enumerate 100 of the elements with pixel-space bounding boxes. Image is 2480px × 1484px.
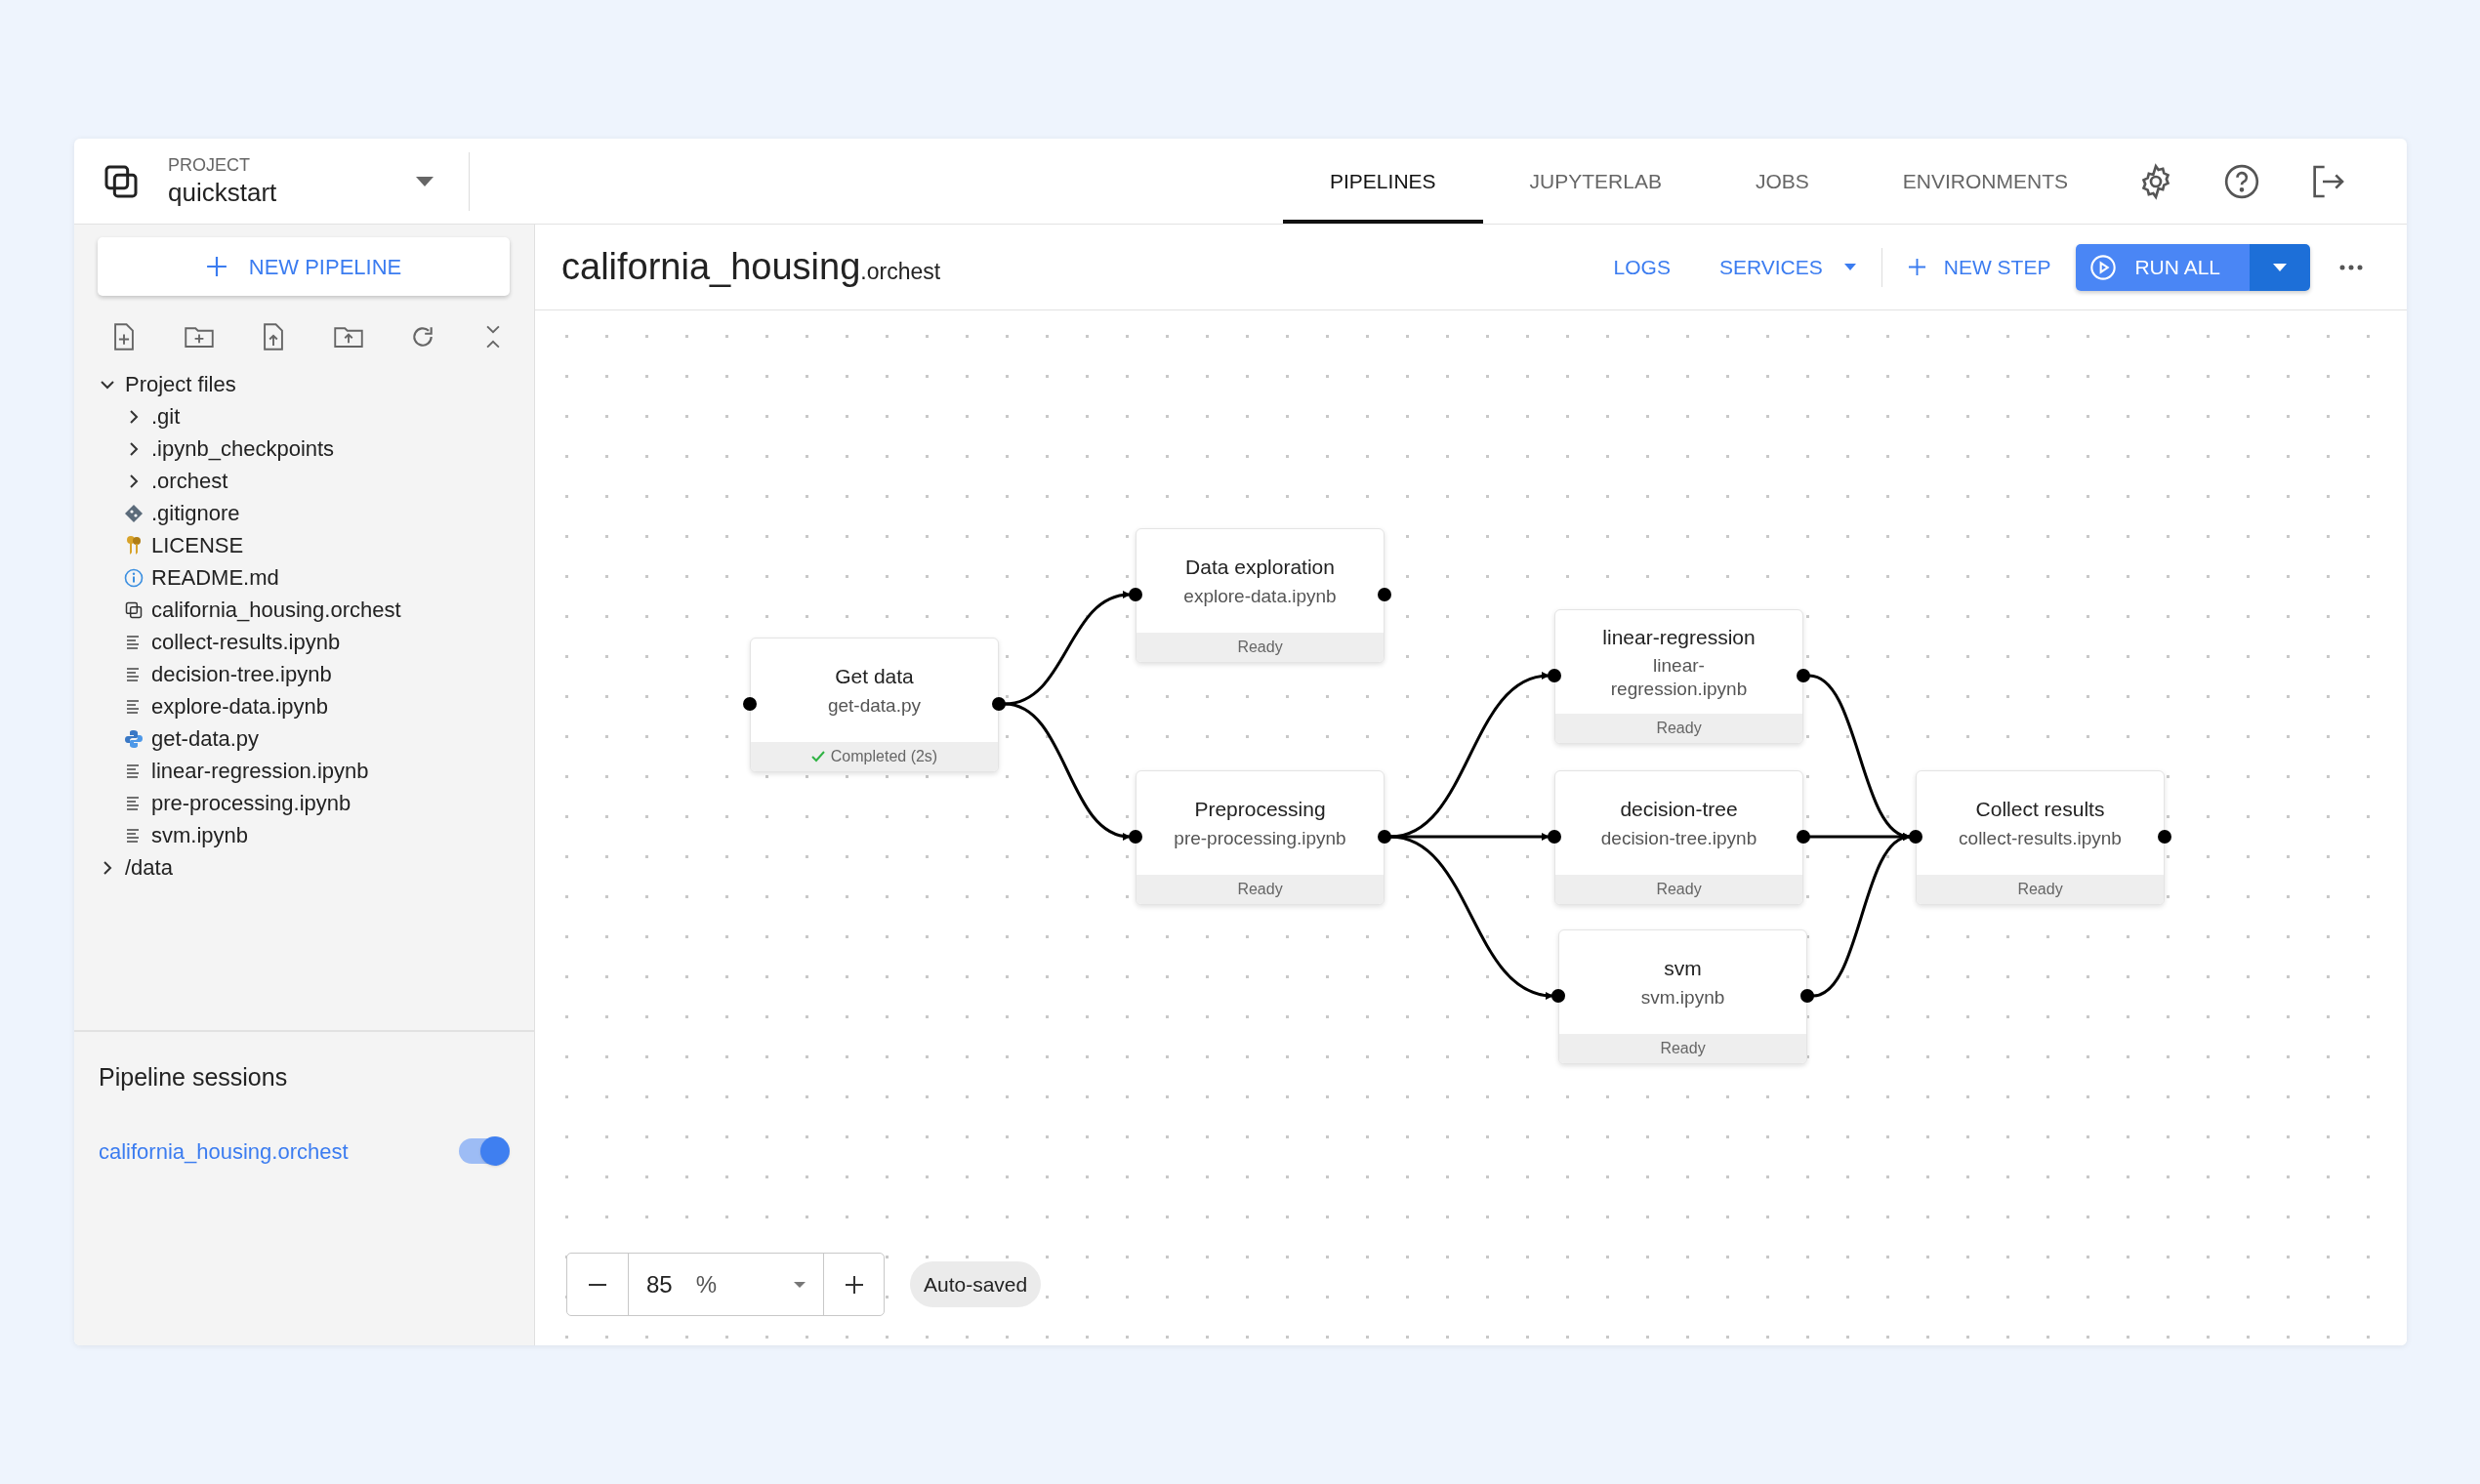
pipeline-step-card[interactable]: Get data get-data.py Completed (2s) — [750, 638, 999, 772]
file-item[interactable]: .gitignore — [151, 497, 240, 529]
step-status: Ready — [1656, 719, 1702, 738]
notebook-file-icon — [126, 795, 142, 811]
caret-icon — [2273, 263, 2287, 271]
nav-tab[interactable]: ENVIRONMENTS — [1855, 139, 2115, 224]
pipeline-step-card[interactable]: Preprocessing pre-processing.ipynb Ready — [1136, 770, 1385, 905]
connection-port[interactable] — [1800, 989, 1814, 1003]
new-pipeline-button[interactable]: NEW PIPELINE — [98, 237, 510, 296]
services-button[interactable]: SERVICES — [1705, 243, 1870, 291]
caret-icon — [794, 1281, 806, 1288]
new-step-button[interactable]: NEW STEP — [1893, 243, 2065, 291]
step-title: decision-tree — [1620, 797, 1738, 823]
step-title: Collect results — [1975, 797, 2105, 823]
file-item[interactable]: linear-regression.ipynb — [151, 755, 369, 787]
pipeline-step-card[interactable]: svm svm.ipynb Ready — [1558, 929, 1807, 1064]
nav-tab[interactable]: JUPYTERLAB — [1482, 139, 1709, 224]
notebook-file-icon — [126, 763, 142, 779]
file-item[interactable]: svm.ipynb — [151, 819, 249, 851]
step-filename: svm.ipynb — [1640, 985, 1725, 1010]
connection-port[interactable] — [1548, 669, 1561, 682]
plus-icon — [1907, 258, 1926, 276]
run-options-button[interactable] — [2250, 243, 2310, 291]
pipeline-step-card[interactable]: linear-regression linear-regression.ipynb Ready — [1554, 609, 1803, 744]
nav-tab[interactable]: PIPELINES — [1283, 139, 1483, 224]
chevron-right-icon[interactable] — [129, 473, 139, 489]
notebook-file-icon — [126, 827, 142, 844]
step-filename: linear-regression.ipynb — [1609, 653, 1749, 701]
pipeline-step-card[interactable]: decision-tree decision-tree.ipynb Ready — [1554, 770, 1803, 905]
plus-icon — [205, 256, 227, 277]
step-status: Ready — [1237, 880, 1283, 899]
chevron-right-icon[interactable] — [129, 440, 139, 457]
file-item[interactable]: README.md — [151, 561, 279, 594]
connection-port[interactable] — [1129, 588, 1142, 601]
git-icon — [124, 503, 144, 523]
step-title: Data exploration — [1185, 555, 1335, 581]
session-link[interactable]: california_housing.orchest — [99, 1134, 349, 1168]
plus-icon — [845, 1275, 863, 1294]
file-item[interactable]: LICENSE — [151, 529, 244, 561]
step-filename: explore-data.ipynb — [1183, 584, 1337, 608]
step-title: svm — [1664, 956, 1702, 982]
step-filename: get-data.py — [827, 693, 922, 718]
step-filename: collect-results.ipynb — [1959, 826, 2122, 850]
file-item[interactable]: pre-processing.ipynb — [151, 787, 351, 819]
connection-port[interactable] — [1797, 669, 1810, 682]
file-item[interactable]: explore-data.ipynb — [151, 690, 328, 722]
connection-port[interactable] — [1797, 830, 1810, 844]
step-status: Ready — [1656, 880, 1702, 899]
step-status: Ready — [1237, 638, 1283, 657]
key-icon — [125, 534, 143, 556]
folder-item[interactable]: .orchest — [151, 465, 228, 497]
folder-item[interactable]: .ipynb_checkpoints — [151, 433, 335, 465]
file-item[interactable]: get-data.py — [151, 722, 260, 755]
notebook-file-icon — [126, 634, 142, 650]
project-name[interactable]: quickstart — [168, 176, 389, 208]
folder-item[interactable]: Project files — [125, 368, 236, 400]
chevron-right-icon[interactable] — [129, 408, 139, 425]
chevron-down-icon[interactable] — [100, 379, 115, 390]
connection-port[interactable] — [1378, 588, 1391, 601]
step-title: Get data — [835, 664, 914, 690]
connection-port[interactable] — [2158, 830, 2171, 844]
connection-port[interactable] — [992, 697, 1006, 711]
connection-port[interactable] — [1378, 830, 1391, 844]
file-item[interactable]: california_housing.orchest — [151, 594, 401, 626]
step-status: Ready — [1660, 1039, 1706, 1058]
pipeline-title: california_housing — [561, 245, 861, 289]
folder-item[interactable]: .git — [151, 400, 181, 433]
caret-icon — [1843, 264, 1856, 270]
project-label: PROJECT — [168, 154, 251, 177]
notebook-file-icon — [126, 666, 142, 682]
step-filename: decision-tree.ipynb — [1600, 826, 1757, 850]
step-title: linear-regression — [1602, 624, 1756, 650]
logs-button[interactable]: LOGS — [1599, 243, 1684, 291]
new-file-icon[interactable] — [111, 323, 137, 350]
chevron-right-icon[interactable] — [103, 859, 112, 876]
step-filename: pre-processing.ipynb — [1174, 826, 1346, 850]
nav-tab[interactable]: JOBS — [1708, 139, 1856, 224]
step-status: Completed (2s) — [830, 747, 938, 766]
connection-port[interactable] — [1548, 830, 1561, 844]
notebook-file-icon — [126, 698, 142, 715]
new-folder-icon[interactable] — [184, 324, 214, 350]
sessions-heading: Pipeline sessions — [99, 1062, 289, 1092]
connection-port[interactable] — [1909, 830, 1922, 844]
folder-item[interactable]: /data — [125, 851, 173, 884]
pipeline-step-card[interactable]: Collect results collect-results.ipynb Ready — [1916, 770, 2165, 905]
play-icon — [2089, 253, 2118, 281]
upload-folder-icon[interactable] — [333, 324, 363, 350]
pipeline-step-card[interactable]: Data exploration explore-data.ipynb Ready — [1136, 528, 1385, 663]
connection-port[interactable] — [1129, 830, 1142, 844]
save-status-badge: Auto-saved — [910, 1260, 1042, 1308]
info-icon — [124, 567, 144, 588]
pipeline-extension: .orchest — [860, 258, 941, 286]
file-item[interactable]: collect-results.ipynb — [151, 626, 341, 658]
connection-port[interactable] — [1551, 989, 1565, 1003]
file-item[interactable]: decision-tree.ipynb — [151, 658, 332, 690]
connection-port[interactable] — [743, 697, 757, 711]
step-status: Ready — [2017, 880, 2063, 899]
caret-icon[interactable] — [416, 176, 434, 186]
pipeline-file-icon — [124, 599, 144, 620]
more-options-icon[interactable] — [2339, 264, 2363, 270]
